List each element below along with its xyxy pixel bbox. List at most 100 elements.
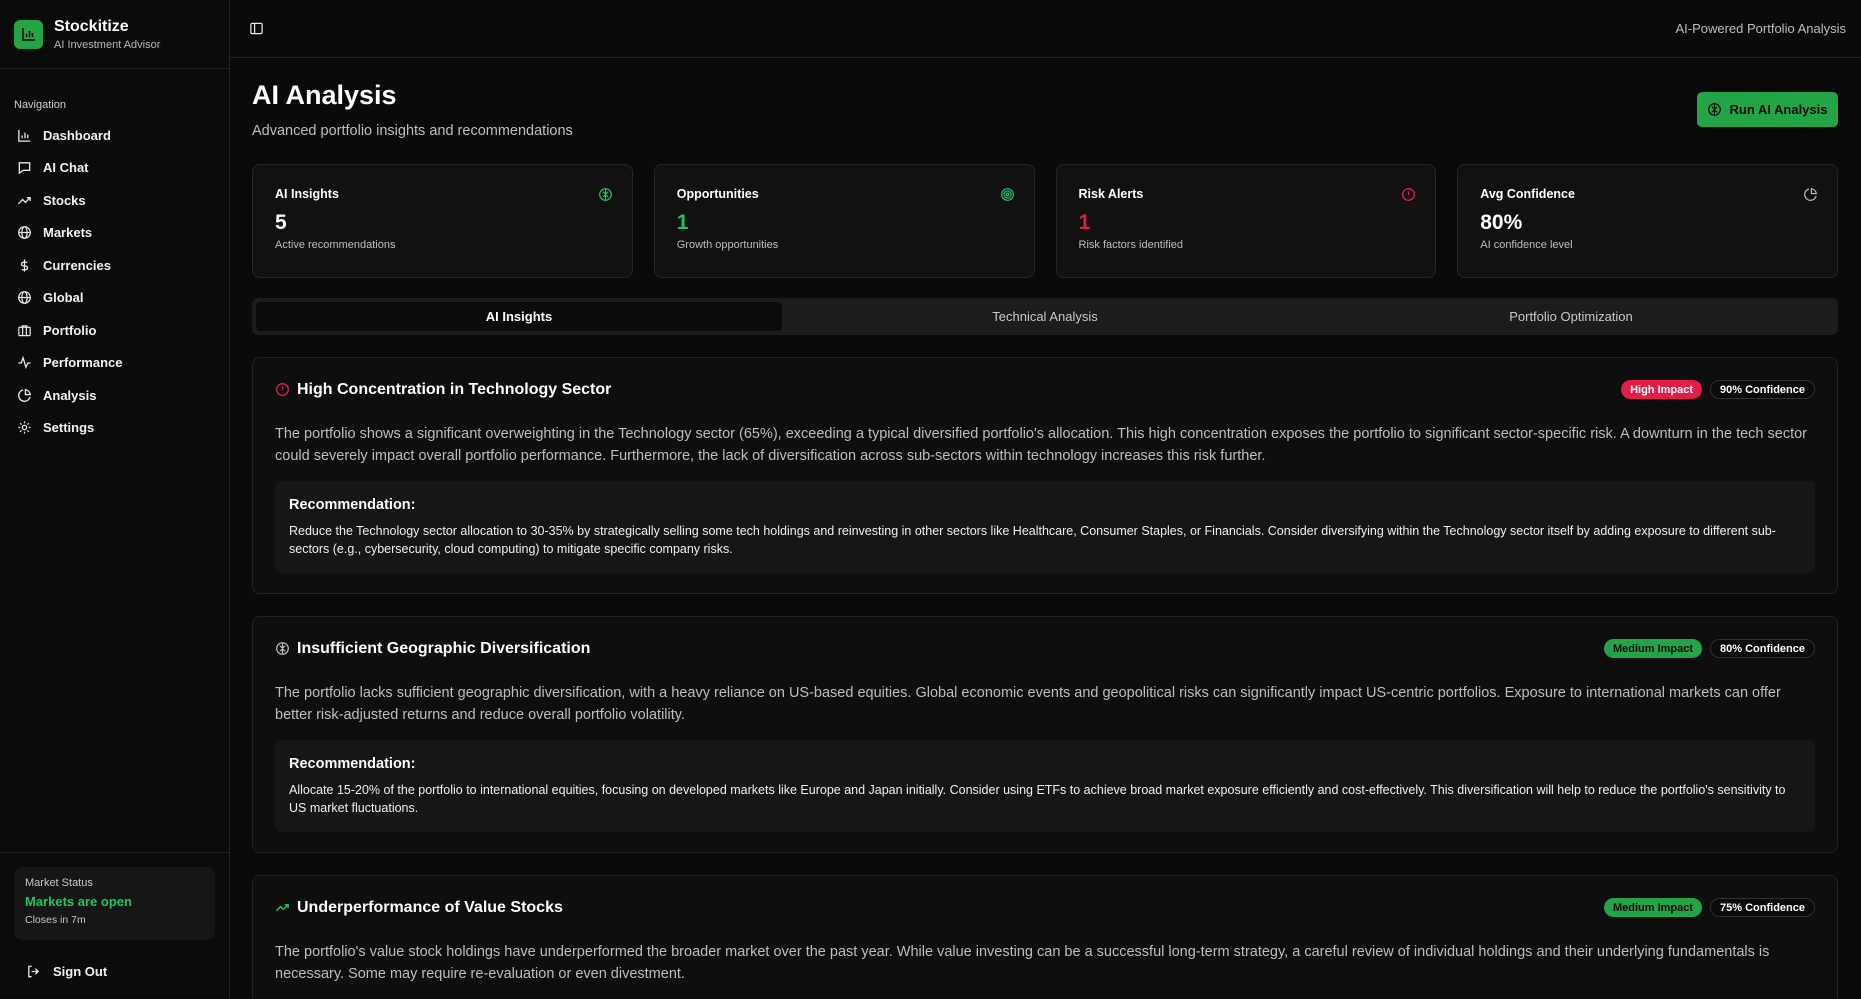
- target-icon: [1000, 188, 1014, 201]
- insight-description: The portfolio shows a significant overwe…: [275, 426, 1807, 464]
- insight-card: Insufficient Geographic Diversification …: [252, 616, 1838, 853]
- sidebar-item-label: Stocks: [43, 192, 86, 208]
- activity-icon: [16, 355, 32, 371]
- insight-title-text: Insufficient Geographic Diversification: [297, 639, 591, 657]
- briefcase-icon: [16, 322, 32, 338]
- market-close-time: Closes in 7m: [25, 914, 86, 926]
- insight-title: Insufficient Geographic Diversification: [275, 640, 590, 658]
- brain-icon: [598, 188, 612, 201]
- sign-out-button[interactable]: Sign Out: [14, 964, 215, 979]
- pie-chart-icon: [1804, 187, 1818, 201]
- page-subtitle: Advanced portfolio insights and recommen…: [252, 123, 573, 139]
- market-status-text: Markets are open: [25, 894, 132, 909]
- trending-up-icon: [16, 192, 32, 208]
- insight-badges: Medium Impact 80% Confidence: [1603, 639, 1815, 658]
- topbar: AI-Powered Portfolio Analysis: [230, 0, 1861, 58]
- stat-value: 1: [676, 211, 689, 234]
- impact-badge: High Impact: [1621, 380, 1703, 399]
- insight-description: The portfolio lacks sufficient geographi…: [275, 685, 1781, 723]
- analysis-tabs: AI Insights Technical Analysis Portfolio…: [252, 298, 1838, 335]
- topbar-tagline: AI-Powered Portfolio Analysis: [1675, 21, 1846, 36]
- stat-card-ai-insights: AI Insights 5 Active recommendations: [252, 164, 633, 278]
- stat-card-risk-alerts: Risk Alerts 1 Risk factors identified: [1055, 164, 1437, 278]
- run-ai-analysis-label: Run AI Analysis: [1729, 102, 1828, 117]
- insight-title: Underperformance of Value Stocks: [275, 899, 563, 917]
- page-body: AI Analysis Advanced portfolio insights …: [230, 58, 1861, 999]
- insight-badges: Medium Impact 75% Confidence: [1603, 898, 1815, 917]
- insight-card: Underperformance of Value Stocks Medium …: [252, 875, 1838, 999]
- stat-description: Active recommendations: [275, 239, 396, 251]
- sidebar-item-global[interactable]: Global: [0, 282, 229, 315]
- bar-chart-icon: [16, 127, 32, 143]
- stat-card-avg-confidence: Avg Confidence 80% AI confidence level: [1457, 164, 1838, 278]
- chat-icon: [16, 160, 32, 176]
- recommendation-text: Reduce the Technology sector allocation …: [289, 524, 1776, 556]
- stat-card-opportunities: Opportunities 1 Growth opportunities: [653, 164, 1035, 278]
- insight-badges: High Impact 90% Confidence: [1621, 380, 1815, 399]
- sidebar-toggle-button[interactable]: [246, 19, 266, 39]
- sidebar-item-ai-chat[interactable]: AI Chat: [0, 152, 229, 185]
- logout-icon: [28, 965, 40, 978]
- globe-icon: [16, 225, 32, 241]
- logo-bar-chart-icon: [14, 19, 43, 49]
- alert-circle-icon: [275, 382, 290, 397]
- sidebar-item-currencies[interactable]: Currencies: [0, 249, 229, 282]
- insight-header: Insufficient Geographic Diversification …: [275, 639, 1815, 658]
- run-ai-analysis-button[interactable]: Run AI Analysis: [1697, 92, 1838, 127]
- tab-technical-analysis[interactable]: Technical Analysis: [782, 302, 1308, 331]
- brand-subtitle: AI Investment Advisor: [54, 38, 161, 51]
- sidebar-item-label: Analysis: [43, 387, 97, 403]
- recommendation-box: Recommendation: Reduce the Technology se…: [275, 481, 1815, 573]
- sidebar-item-portfolio[interactable]: Portfolio: [0, 314, 229, 347]
- impact-badge: Medium Impact: [1603, 898, 1703, 917]
- nav-heading: Navigation: [14, 99, 66, 111]
- tab-ai-insights[interactable]: AI Insights: [256, 302, 782, 331]
- stat-value: 5: [275, 211, 287, 234]
- sidebar-footer: Market Status Markets are open Closes in…: [0, 852, 229, 999]
- market-status-card: Market Status Markets are open Closes in…: [14, 867, 215, 940]
- gear-icon: [16, 420, 32, 436]
- page-title: AI Analysis: [252, 80, 397, 110]
- sidebar-nav: Dashboard AI Chat Stocks Markets Currenc…: [0, 119, 229, 444]
- stat-description: Risk factors identified: [1078, 239, 1184, 251]
- market-status-label: Market Status: [25, 877, 93, 889]
- sign-out-label: Sign Out: [53, 964, 108, 979]
- tab-portfolio-optimization[interactable]: Portfolio Optimization: [1308, 302, 1834, 331]
- sidebar-item-label: Portfolio: [43, 322, 97, 338]
- main-content: AI-Powered Portfolio Analysis AI Analysi…: [230, 0, 1861, 999]
- brand-name: Stockitize: [54, 17, 129, 35]
- insight-header: Underperformance of Value Stocks Medium …: [275, 898, 1815, 917]
- sidebar-item-analysis[interactable]: Analysis: [0, 379, 229, 412]
- insight-title-text: High Concentration in Technology Sector: [297, 380, 612, 398]
- brain-icon: [275, 641, 290, 656]
- stat-value: 80%: [1480, 211, 1523, 234]
- sidebar-item-performance[interactable]: Performance: [0, 347, 229, 380]
- recommendation-text: Allocate 15-20% of the portfolio to inte…: [289, 783, 1786, 815]
- insight-card: High Concentration in Technology Sector …: [252, 357, 1838, 594]
- sidebar-item-markets[interactable]: Markets: [0, 217, 229, 250]
- sidebar-item-label: Markets: [43, 225, 93, 241]
- sidebar: Stockitize AI Investment Advisor Navigat…: [0, 0, 230, 999]
- stat-title: AI Insights: [275, 187, 339, 201]
- stat-title: Risk Alerts: [1078, 187, 1144, 201]
- dollar-icon: [16, 257, 32, 273]
- insight-description: The portfolio's value stock holdings hav…: [275, 944, 1770, 982]
- impact-badge: Medium Impact: [1603, 639, 1703, 658]
- recommendation-box: Recommendation: Allocate 15-20% of the p…: [275, 740, 1815, 832]
- stat-title: Avg Confidence: [1480, 187, 1575, 201]
- sidebar-item-label: Performance: [43, 355, 123, 371]
- sidebar-item-settings[interactable]: Settings: [0, 412, 229, 445]
- confidence-badge: 75% Confidence: [1710, 898, 1815, 917]
- sidebar-item-dashboard[interactable]: Dashboard: [0, 119, 229, 152]
- sidebar-item-stocks[interactable]: Stocks: [0, 184, 229, 217]
- stats-row: AI Insights 5 Active recommendations Opp…: [252, 164, 1838, 278]
- stat-value: 1: [1078, 211, 1091, 234]
- page-header: AI Analysis Advanced portfolio insights …: [252, 80, 1838, 139]
- globe-icon: [16, 290, 32, 306]
- pie-chart-icon: [16, 387, 32, 403]
- alert-circle-icon: [1402, 188, 1416, 201]
- sidebar-item-label: AI Chat: [43, 160, 89, 176]
- stat-title: Opportunities: [676, 187, 759, 201]
- brand: Stockitize AI Investment Advisor: [0, 0, 229, 69]
- confidence-badge: 90% Confidence: [1710, 380, 1815, 399]
